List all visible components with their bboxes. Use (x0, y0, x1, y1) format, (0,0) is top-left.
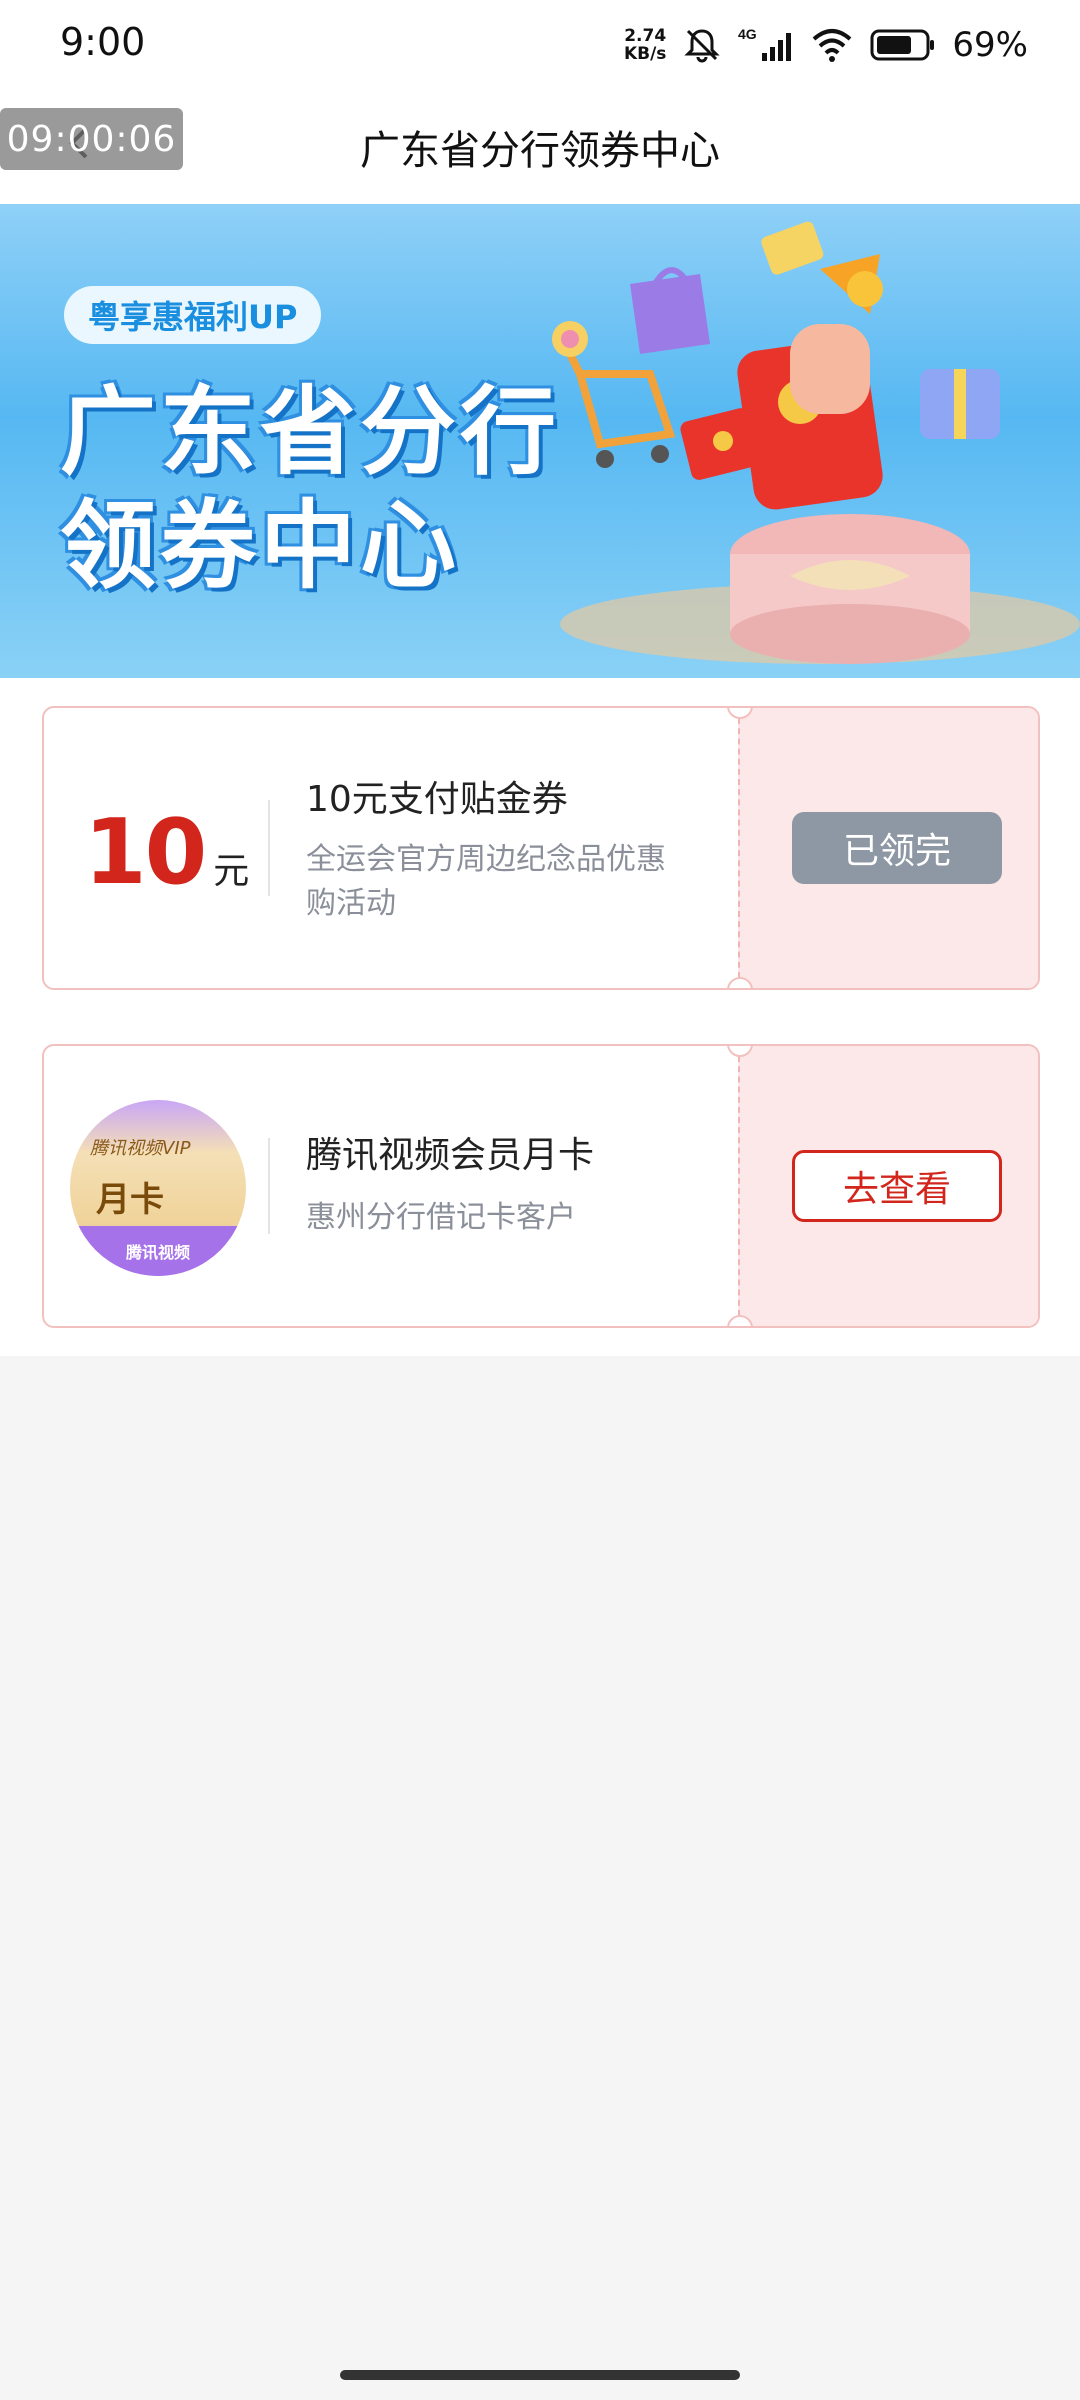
vip-card-thumbnail: 腾讯视频VIP 月卡 腾讯视频 (70, 1100, 246, 1276)
coupon-list: 已领完 10 元 10元支付贴金券 全运会官方周边纪念品优惠购活动 去查看 腾讯… (0, 678, 1080, 1356)
coupon-title: 腾讯视频会员月卡 (306, 1135, 595, 1176)
coupon-card[interactable]: 已领完 10 元 10元支付贴金券 全运会官方周边纪念品优惠购活动 (42, 706, 1040, 990)
divider (268, 800, 270, 896)
status-icons: 2.74 KB/s 4G 69% (624, 20, 1028, 70)
claimed-out-button[interactable]: 已领完 (792, 812, 1002, 884)
wifi-icon (813, 29, 852, 62)
battery-icon (870, 29, 935, 61)
status-bar: 9:00 2.74 KB/s 4G 69% (0, 0, 1080, 90)
page-title: 广东省分行领券中心 (360, 128, 720, 174)
network-type-label: 4G (738, 26, 757, 42)
home-indicator[interactable] (340, 2370, 740, 2380)
coupon-action-area: 去查看 (738, 1046, 1038, 1326)
coupon-description: 全运会官方周边纪念品优惠购活动 (306, 842, 666, 921)
gift-illustration (552, 221, 1080, 664)
view-button[interactable]: 去查看 (792, 1150, 1002, 1222)
battery-percent: 69% (952, 25, 1028, 65)
network-speed: 2.74 KB/s (624, 27, 666, 63)
coupon-card[interactable]: 去查看 腾讯视频VIP 月卡 腾讯视频 腾讯视频会员月卡 惠州分行借记卡客户 (42, 1044, 1040, 1328)
coupon-amount: 10 元 (84, 800, 249, 905)
coupon-amount-unit: 元 (213, 851, 250, 892)
banner-tag: 粤享惠福利UP (64, 286, 322, 344)
network-speed-value: 2.74 (624, 26, 667, 46)
network-speed-unit: KB/s (623, 44, 667, 64)
banner-title-line2: 领券中心 (60, 490, 460, 602)
vip-thumb-label: 月卡 (96, 1180, 164, 1220)
coupon-action-area: 已领完 (738, 708, 1038, 988)
coupon-description: 惠州分行借记卡客户 (306, 1200, 576, 1235)
vip-thumb-strip: 腾讯视频 (70, 1226, 246, 1276)
status-time: 9:00 (60, 20, 146, 64)
divider (268, 1138, 270, 1234)
mute-bell-icon (684, 29, 721, 63)
vip-thumb-brand: 腾讯视频VIP (90, 1138, 191, 1159)
nav-bar: 09:00:06 广东省分行领券中心 (0, 90, 1080, 204)
cellular-signal-icon: 4G (738, 26, 792, 61)
coupon-amount-value: 10 (84, 800, 207, 905)
coupon-title: 10元支付贴金券 (306, 779, 568, 820)
promo-banner[interactable]: 粤享惠福利UP 广东省分行 领券中心 (0, 204, 1080, 678)
